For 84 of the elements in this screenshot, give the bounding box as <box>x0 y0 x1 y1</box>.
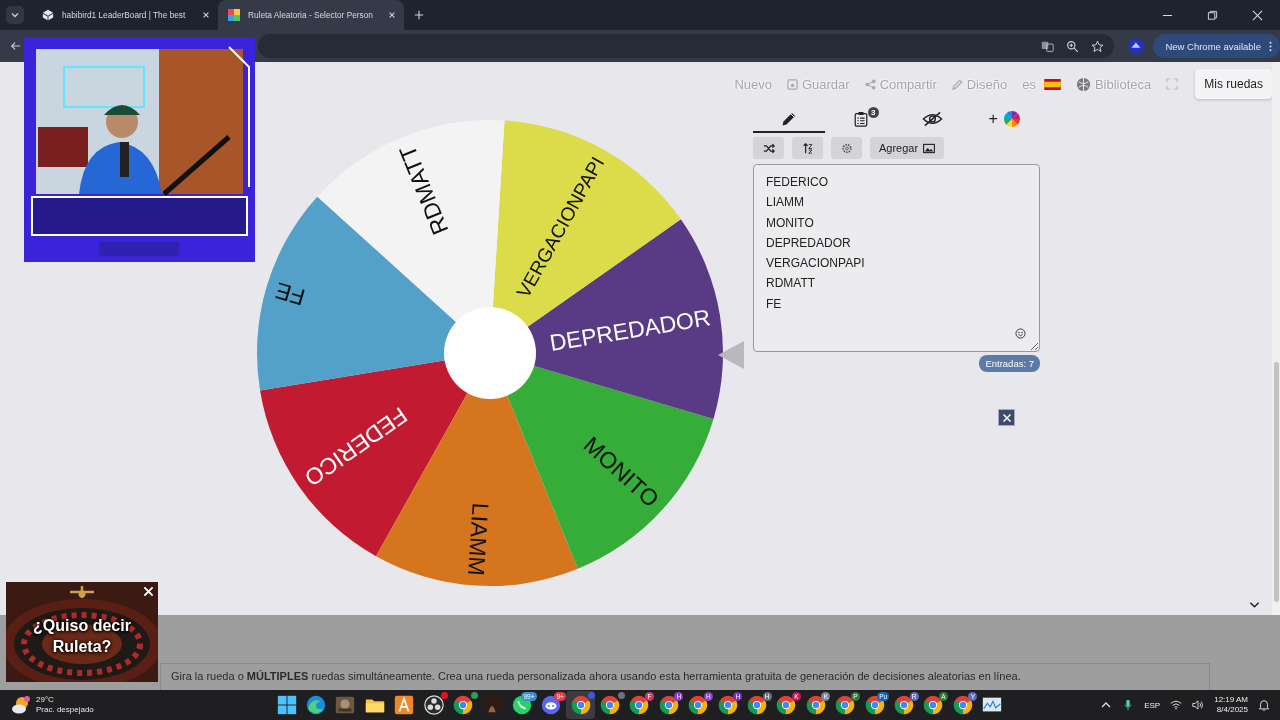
globe-icon <box>1075 76 1091 92</box>
share-icon <box>864 78 876 90</box>
close-icon <box>1001 412 1012 423</box>
chrome-app-icon <box>569 694 592 716</box>
chrome-app-icon <box>452 694 475 716</box>
count-badge: 3 <box>867 106 879 118</box>
add-image-button[interactable]: Agregar <box>870 137 945 159</box>
photo-app-icon <box>334 694 357 716</box>
notification-bell-icon[interactable] <box>1258 699 1270 711</box>
temperature-text: 29°C <box>36 695 55 705</box>
pencil-icon <box>951 78 963 90</box>
close-icon[interactable] <box>1252 9 1263 21</box>
pencil-icon <box>780 110 797 127</box>
chrome-app-icon <box>922 694 945 716</box>
close-button[interactable] <box>998 409 1015 426</box>
chrome-app-icon <box>834 694 857 716</box>
discord-app-icon <box>540 694 563 716</box>
clock-date[interactable]: 8/4/2025 <box>1216 705 1248 715</box>
scrollbar[interactable] <box>1272 62 1280 615</box>
tab-title: Ruleta Aleatoria - Selector Person <box>248 10 374 20</box>
chevron-down-icon[interactable] <box>1249 601 1260 609</box>
back-arrow-icon[interactable] <box>10 40 22 52</box>
chrome-app-icon <box>745 694 768 716</box>
editor-tab[interactable]: + <box>968 106 1040 133</box>
more-icon <box>1269 40 1272 52</box>
letter-app-icon <box>393 694 416 716</box>
editor-tab[interactable]: 3 <box>824 106 897 133</box>
zoom-icon[interactable] <box>1065 39 1079 53</box>
close-icon[interactable] <box>388 11 396 19</box>
chrome-app-icon <box>804 694 827 716</box>
segment-label: LIAMM <box>463 502 494 577</box>
tab-search-button[interactable] <box>6 6 24 24</box>
browser-tab[interactable]: habibird1 LeaderBoard | The best <box>32 0 218 30</box>
obs-app-icon <box>422 694 445 716</box>
new-tab-icon[interactable] <box>414 10 424 20</box>
settings-button[interactable] <box>831 137 862 159</box>
save-icon <box>786 78 798 90</box>
chrome-app-icon <box>628 694 651 716</box>
color-wheel-icon <box>1003 110 1020 127</box>
microphone-icon[interactable] <box>1122 699 1135 711</box>
start-app-icon <box>275 694 298 716</box>
clock-time[interactable]: 12:19 AM <box>1214 695 1248 705</box>
weather-icon <box>10 694 32 716</box>
restore-icon[interactable] <box>1207 9 1218 21</box>
color-grid-icon <box>228 9 240 21</box>
edge-app-icon <box>305 694 328 716</box>
tab-title: habibird1 LeaderBoard | The best <box>62 10 187 20</box>
chrome-app-icon <box>716 694 739 716</box>
close-icon[interactable] <box>202 11 210 19</box>
my-wheels-button[interactable]: Mis ruedas <box>1195 69 1272 99</box>
sort-icon <box>801 142 814 154</box>
taskbar-app[interactable] <box>565 691 596 719</box>
dice-icon <box>42 9 54 21</box>
clipboard-icon <box>852 110 869 127</box>
eye-slash-icon <box>921 110 943 127</box>
chrome-app-icon <box>951 694 974 716</box>
chrome-app-icon <box>892 694 915 716</box>
translate-icon[interactable] <box>1040 39 1054 53</box>
volume-icon[interactable] <box>1192 699 1205 711</box>
profile-icon[interactable] <box>1127 38 1144 54</box>
image-icon <box>923 142 936 154</box>
entries-count-badge: Entradas: 7 <box>979 355 1040 372</box>
chrome-app-icon <box>775 694 798 716</box>
emoji-icon[interactable] <box>1015 328 1026 339</box>
segment-label: FE <box>272 277 308 311</box>
settings-icon <box>840 142 853 154</box>
weather-text: Prac. despejado <box>36 705 94 715</box>
chrome-app-icon <box>657 694 680 716</box>
update-button[interactable]: New Chrome available <box>1153 34 1280 58</box>
entries-field[interactable]: FEDERICO LIAMM MONITO DEPREDADOR VERGACIONPAPI RDMATT FE <box>753 164 1040 352</box>
star-icon[interactable] <box>1090 39 1104 53</box>
browser-tab[interactable]: Ruleta Aleatoria - Selector Person <box>218 0 404 30</box>
chrome-app-icon <box>599 694 621 716</box>
wifi-icon[interactable] <box>1170 699 1183 711</box>
sort-button[interactable] <box>792 137 823 159</box>
whatsapp-app-icon <box>510 694 533 716</box>
shuffle-icon <box>762 142 775 154</box>
spain-flag-icon <box>1043 78 1061 90</box>
language-indicator[interactable]: ESP <box>1144 700 1161 710</box>
chevron-down-icon <box>10 10 20 20</box>
shuffle-button[interactable] <box>753 137 784 159</box>
chrome-app-icon <box>687 694 710 716</box>
pointer-icon <box>718 341 744 369</box>
chrome-app-icon <box>863 694 886 716</box>
